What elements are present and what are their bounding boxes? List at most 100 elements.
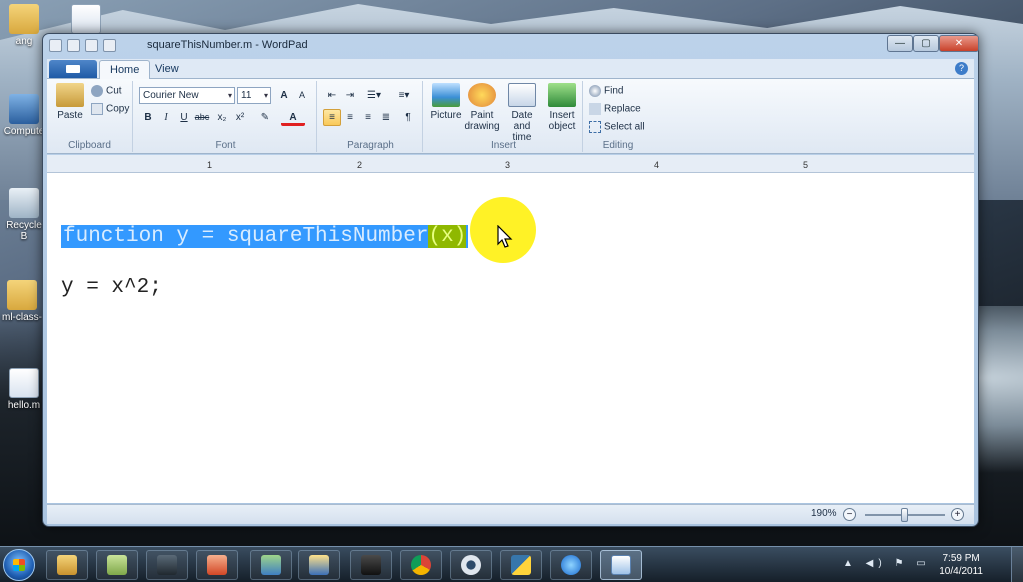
text-color-button[interactable]: A <box>281 109 305 126</box>
zoom-out-button[interactable]: − <box>843 508 856 521</box>
desktop-icon-user-folder[interactable]: ang <box>2 4 46 47</box>
date-time-button[interactable]: Date and time <box>503 83 541 143</box>
taskbar-notes[interactable] <box>96 550 138 580</box>
desktop-icon-document[interactable] <box>64 4 108 36</box>
copy-button[interactable]: Copy <box>91 103 129 115</box>
desktop-icon-label: Compute <box>3 126 45 137</box>
zoom-in-button[interactable]: + <box>951 508 964 521</box>
app-icon[interactable] <box>49 39 62 52</box>
picture-button[interactable]: Picture <box>427 83 465 121</box>
notes-icon <box>107 555 127 575</box>
taskbar-webcam[interactable] <box>450 550 492 580</box>
insert-object-button[interactable]: Insert object <box>543 83 581 132</box>
desktop-icon-recycle-bin[interactable]: Recycle B <box>2 188 46 242</box>
show-desktop-button[interactable] <box>1011 547 1023 582</box>
zoom-level: 190% <box>811 508 837 519</box>
ribbon-home: Paste Cut Copy Clipboard Courier New 11 … <box>47 79 974 154</box>
justify-icon[interactable]: ≣ <box>377 109 395 126</box>
clipboard-group-label: Clipboard <box>68 140 111 151</box>
shrink-font-button[interactable]: A <box>293 87 311 104</box>
cut-label: Cut <box>106 85 122 97</box>
maximize-button[interactable]: ▢ <box>913 35 939 52</box>
align-right-icon[interactable]: ≡ <box>359 109 377 126</box>
font-size-select[interactable]: 11 <box>237 87 271 104</box>
help-icon[interactable]: ? <box>955 62 968 75</box>
close-button[interactable]: ✕ <box>939 35 979 52</box>
bold-button[interactable]: B <box>139 109 157 126</box>
decrease-indent-icon[interactable]: ⇤ <box>323 87 341 104</box>
desktop-icon-label: ml-class- <box>2 312 42 323</box>
paint-drawing-button[interactable]: Paint drawing <box>463 83 501 132</box>
title-bar[interactable]: squareThisNumber.m - WordPad — ▢ ✕ <box>43 34 979 58</box>
application-menu-button[interactable] <box>49 60 97 78</box>
bullets-icon[interactable]: ☰▾ <box>361 87 387 104</box>
tab-view[interactable]: View <box>145 60 189 79</box>
taskbar-powerpoint[interactable] <box>196 550 238 580</box>
windows-logo-icon <box>13 559 25 571</box>
tray-icons[interactable]: ▲ ◀) ⚑ ▭ <box>843 558 931 569</box>
taskbar-chrome[interactable] <box>400 550 442 580</box>
desktop-icon-computer[interactable]: Compute <box>2 94 46 137</box>
taskbar-explorer[interactable] <box>46 550 88 580</box>
highlighter-icon: ✎ <box>260 112 270 123</box>
calendar-icon <box>508 83 536 107</box>
taskbar-camtasia[interactable] <box>146 550 188 580</box>
taskbar-recorder[interactable] <box>350 550 392 580</box>
window-title: squareThisNumber.m - WordPad <box>147 39 308 51</box>
menu-icon <box>66 65 80 73</box>
folder-icon <box>57 555 77 575</box>
zoom-slider-thumb[interactable] <box>901 508 908 522</box>
select-all-button[interactable]: Select all <box>589 121 645 133</box>
redo-icon[interactable] <box>103 39 116 52</box>
replace-button[interactable]: Replace <box>589 103 641 115</box>
superscript-button[interactable]: x² <box>231 109 249 126</box>
clipboard-group: Paste Cut Copy Clipboard <box>47 81 133 152</box>
paste-button[interactable]: Paste <box>51 83 89 121</box>
minimize-button[interactable]: — <box>887 35 913 52</box>
select-all-icon <box>589 121 601 133</box>
line-spacing-icon[interactable]: ≡▾ <box>391 87 417 104</box>
find-button[interactable]: Find <box>589 85 623 97</box>
desktop-icon-label: hello.m <box>7 400 41 411</box>
ruler[interactable]: 1 2 3 4 5 <box>47 155 974 173</box>
taskbar-python[interactable] <box>500 550 542 580</box>
font-group-label: Font <box>215 140 236 151</box>
status-bar: 190% − + <box>47 504 974 524</box>
document-editor[interactable]: function y = squareThisNumber(x) y = x^2… <box>47 173 974 503</box>
highlight-color-button[interactable]: ✎ <box>253 109 277 126</box>
system-tray: ▲ ◀) ⚑ ▭ 7:59 PM 10/4/2011 <box>843 549 983 581</box>
align-left-icon[interactable]: ≡ <box>323 109 341 126</box>
app-icon <box>561 555 581 575</box>
binoculars-icon <box>589 85 601 97</box>
strikethrough-button[interactable]: abc <box>193 109 211 126</box>
taskbar-remote[interactable] <box>298 550 340 580</box>
underline-button[interactable]: U <box>175 109 193 126</box>
desktop-icon-hello-m[interactable]: hello.m <box>2 368 46 411</box>
subscript-button[interactable]: x₂ <box>213 109 231 126</box>
document-line-1[interactable]: function y = squareThisNumber(x) <box>61 225 469 248</box>
tab-home[interactable]: Home <box>99 60 151 79</box>
chrome-icon <box>411 555 431 575</box>
desktop-icon-ml-class-folder[interactable]: ml-class- <box>0 280 44 323</box>
font-family-select[interactable]: Courier New <box>139 87 235 104</box>
find-label: Find <box>604 85 624 97</box>
clock[interactable]: 7:59 PM 10/4/2011 <box>939 552 983 578</box>
copy-icon <box>91 103 103 115</box>
taskbar-wordpad[interactable] <box>600 550 642 580</box>
save-icon[interactable] <box>67 39 80 52</box>
taskbar-connect[interactable] <box>250 550 292 580</box>
grow-font-button[interactable]: A <box>275 87 293 104</box>
ruler-mark: 3 <box>505 160 511 170</box>
desktop-icon-label: ang <box>15 36 33 47</box>
undo-icon[interactable] <box>85 39 98 52</box>
taskbar-app[interactable] <box>550 550 592 580</box>
paragraph-group-label: Paragraph <box>347 140 394 151</box>
align-center-icon[interactable]: ≡ <box>341 109 359 126</box>
start-button[interactable] <box>3 549 35 581</box>
insert-group: Picture Paint drawing Date and time Inse… <box>425 81 583 152</box>
cut-button[interactable]: Cut <box>91 85 122 97</box>
document-line-2[interactable]: y = x^2; <box>61 276 162 299</box>
increase-indent-icon[interactable]: ⇥ <box>341 87 359 104</box>
paragraph-settings-icon[interactable]: ¶ <box>399 109 417 126</box>
italic-button[interactable]: I <box>157 109 175 126</box>
